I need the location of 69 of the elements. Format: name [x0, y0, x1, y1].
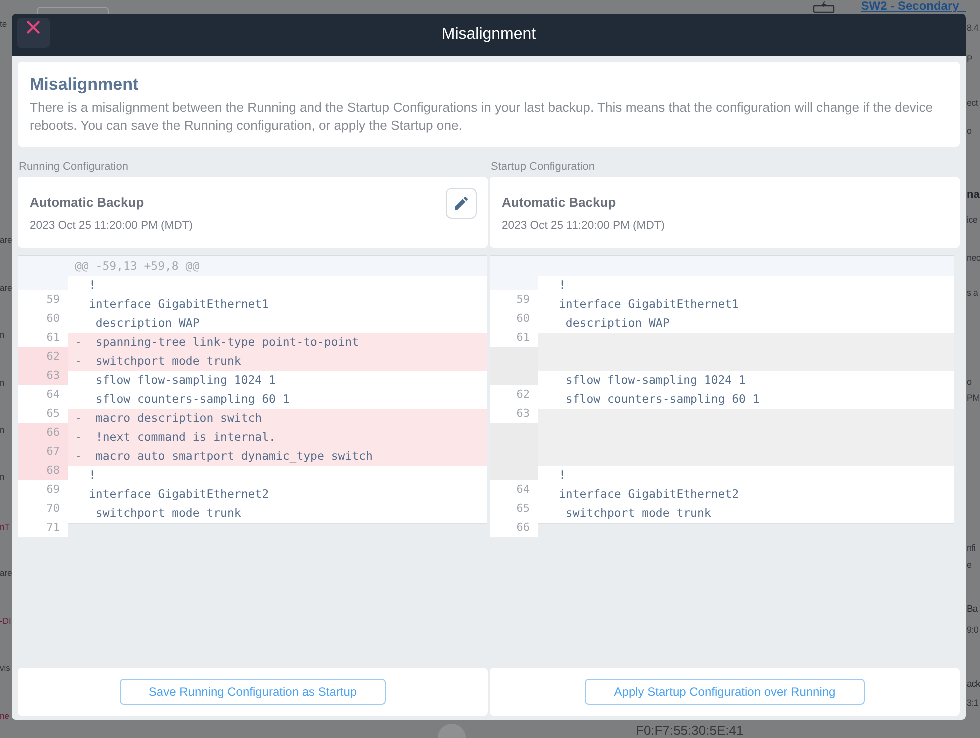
background-text: o	[967, 376, 972, 388]
background-text: n	[0, 378, 5, 388]
gutter-header	[490, 256, 538, 290]
background-text: ack	[967, 679, 980, 691]
action-button[interactable]: Save Running Configuration as Startup	[120, 679, 386, 705]
pane-label: Running Configuration	[18, 160, 130, 174]
line-number: 59	[490, 290, 538, 309]
line-number: 62	[490, 385, 538, 404]
line-number: 66	[18, 423, 68, 442]
background-text: ect	[967, 98, 978, 108]
hunk-header: @@ -59,13 +59,8 @@	[68, 256, 487, 276]
background-text: ice	[967, 214, 978, 226]
line-number: 68	[18, 461, 68, 480]
background-text: F0:F7:55:30:5E:41	[636, 724, 744, 738]
background-text: o	[967, 126, 972, 136]
line-number: 61	[18, 328, 68, 347]
edit-button[interactable]	[446, 188, 477, 219]
pencil-icon	[455, 197, 468, 210]
background-text: 8.4	[967, 22, 979, 34]
background-text: ne	[0, 710, 10, 722]
line-number: 70	[18, 499, 68, 518]
line-number: 64	[18, 385, 68, 404]
backup-title: Automatic Backup	[502, 195, 618, 211]
line-number: 66	[490, 518, 538, 537]
background-text: e	[967, 560, 972, 570]
device-link[interactable]: SW2 - Secondary_	[861, 0, 966, 13]
line-number: 61	[490, 328, 538, 347]
line-number: 67	[18, 442, 68, 461]
close-button[interactable]	[17, 18, 50, 48]
background-text: P	[967, 54, 973, 64]
background-text: vis	[0, 662, 10, 674]
line-number: 60	[18, 309, 68, 328]
background-text: PM	[967, 392, 980, 404]
background-text: Ba	[967, 604, 978, 616]
background-text: n	[0, 330, 5, 340]
line-number: 65	[490, 499, 538, 518]
background-text: are	[0, 568, 12, 578]
line-number: 59	[18, 290, 68, 309]
background-text: na	[967, 188, 980, 202]
background-text: n	[0, 424, 5, 436]
pane-label: Startup Configuration	[490, 160, 596, 174]
background-text: nfi	[967, 542, 976, 554]
line-number: 65	[18, 404, 68, 423]
background-text: are	[0, 282, 12, 294]
background-text: nT	[0, 522, 10, 532]
line-number: 71	[18, 518, 68, 537]
device-icon	[813, 1, 836, 13]
notice-heading: Misalignment	[30, 74, 140, 95]
line-number: 69	[18, 480, 68, 499]
backup-date: 2023 Oct 25 11:20:00 PM (MDT)	[30, 219, 194, 233]
backup-date: 2023 Oct 25 11:20:00 PM (MDT)	[502, 219, 666, 233]
background-text: te	[0, 18, 8, 30]
background-text: -DI	[0, 616, 12, 626]
background-text: 9:0	[967, 624, 979, 636]
line-number: 60	[490, 309, 538, 328]
dialog-title: Misalignment	[442, 25, 536, 45]
notice-text: There is a misalignment between the Running and the Startup Configurations in your last backup. This means that the configuration will change if the device reboots. You can save the Running configuration, or apply the Startup one.	[30, 99, 934, 135]
gutter-header	[18, 256, 68, 290]
line-number: 63	[490, 404, 538, 423]
line-number: 64	[490, 480, 538, 499]
line-number: 62	[18, 347, 68, 366]
action-button[interactable]: Apply Startup Configuration over Running	[585, 679, 865, 705]
line-number: 63	[18, 366, 68, 385]
background-text: s a	[967, 288, 978, 298]
backup-title: Automatic Backup	[30, 195, 146, 211]
background-text: n	[0, 472, 5, 482]
close-icon	[27, 21, 40, 34]
background-text: 3:1	[967, 698, 979, 708]
background-text: are	[0, 234, 12, 246]
